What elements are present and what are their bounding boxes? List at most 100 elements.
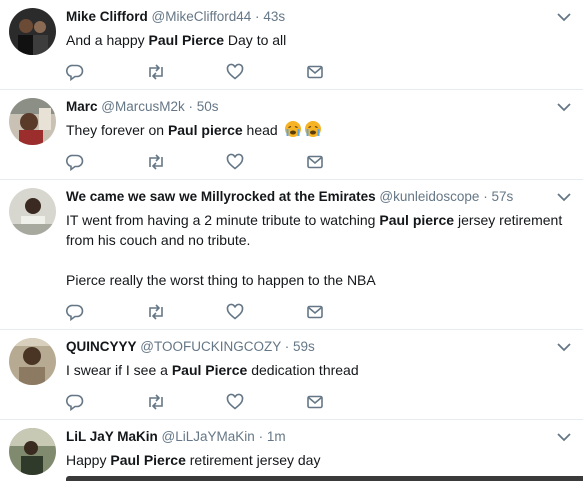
text-segment: head bbox=[242, 122, 282, 138]
tweet-header: LiL JaY MaKin @LiLJaYMaKin · 1m bbox=[66, 428, 571, 446]
tweet-actions bbox=[66, 150, 571, 174]
retweet-button[interactable] bbox=[146, 393, 226, 411]
user-handle[interactable]: @MikeClifford44 bbox=[152, 9, 252, 24]
direct-message-button[interactable] bbox=[306, 393, 386, 411]
user-name[interactable]: Marc bbox=[66, 99, 98, 114]
direct-message-button[interactable] bbox=[306, 153, 386, 171]
user-name[interactable]: Mike Clifford bbox=[66, 9, 148, 24]
reply-icon bbox=[66, 154, 84, 171]
like-icon bbox=[226, 153, 244, 170]
direct-message-button[interactable] bbox=[306, 303, 386, 321]
chevron-down-icon[interactable] bbox=[557, 102, 571, 112]
retweet-button[interactable] bbox=[146, 63, 226, 81]
separator-dot: · bbox=[255, 9, 260, 24]
user-name[interactable]: QUINCYYY bbox=[66, 339, 137, 354]
like-button[interactable] bbox=[226, 63, 306, 81]
avatar[interactable] bbox=[9, 428, 56, 475]
tweet[interactable]: QUINCYYY @TOOFUCKINGCOZY · 59s I swear i… bbox=[0, 330, 583, 420]
timestamp[interactable]: 57s bbox=[491, 189, 513, 204]
direct-message-icon bbox=[307, 305, 323, 319]
user-handle[interactable]: @kunleidoscope bbox=[379, 189, 479, 204]
text-segment-highlight: Paul pierce bbox=[167, 122, 243, 138]
avatar[interactable] bbox=[9, 188, 56, 235]
tweet-header: We came we saw we Millyrocked at the Emi… bbox=[66, 188, 571, 206]
tweet[interactable]: We came we saw we Millyrocked at the Emi… bbox=[0, 180, 583, 330]
separator-dot: · bbox=[258, 429, 264, 444]
timeline-feed: Mike Clifford @MikeClifford44 · 43s And … bbox=[0, 0, 583, 481]
user-handle[interactable]: @LiLJaYMaKin bbox=[162, 429, 255, 444]
avatar[interactable] bbox=[9, 8, 56, 55]
user-name[interactable]: We came we saw we Millyrocked at the Emi… bbox=[66, 189, 376, 204]
text-segment-highlight: Paul pierce bbox=[379, 212, 455, 228]
text-segment: I swear if I see a bbox=[66, 362, 172, 378]
crying-face-emoji bbox=[284, 121, 301, 137]
chevron-down-icon[interactable] bbox=[557, 12, 571, 22]
like-button[interactable] bbox=[226, 153, 306, 171]
text-segment: retirement jersey day bbox=[185, 452, 321, 468]
separator-dot: · bbox=[284, 339, 290, 354]
reply-icon bbox=[66, 64, 84, 81]
timestamp[interactable]: 59s bbox=[293, 339, 315, 354]
tweet-header: Mike Clifford @MikeClifford44 · 43s bbox=[66, 8, 571, 26]
tweet-media-image[interactable] bbox=[66, 476, 583, 481]
retweet-icon bbox=[149, 304, 163, 320]
retweet-icon bbox=[149, 154, 163, 170]
tweet-text: Happy Paul Pierce retirement jersey day bbox=[66, 450, 571, 470]
user-name[interactable]: LiL JaY MaKin bbox=[66, 429, 158, 444]
tweet-text: I swear if I see a Paul Pierce dedicatio… bbox=[66, 360, 571, 380]
timestamp[interactable]: 1m bbox=[267, 429, 286, 444]
chevron-down-icon[interactable] bbox=[557, 342, 571, 352]
avatar[interactable] bbox=[9, 338, 56, 385]
text-segment-highlight: Paul Pierce bbox=[110, 452, 186, 468]
retweet-icon bbox=[149, 394, 163, 410]
tweet[interactable]: Marc @MarcusM2k · 50s They forever on Pa… bbox=[0, 90, 583, 180]
tweet[interactable]: Mike Clifford @MikeClifford44 · 43s And … bbox=[0, 0, 583, 90]
tweet-text: IT went from having a 2 minute tribute t… bbox=[66, 210, 571, 290]
tweet-header: Marc @MarcusM2k · 50s bbox=[66, 98, 571, 116]
text-segment: They forever on bbox=[66, 122, 168, 138]
tweet[interactable]: LiL JaY MaKin @LiLJaYMaKin · 1m Happy Pa… bbox=[0, 420, 583, 481]
reply-button[interactable] bbox=[66, 153, 146, 171]
like-icon bbox=[226, 63, 244, 80]
text-segment: IT went from having a 2 minute tribute t… bbox=[66, 212, 380, 228]
timestamp[interactable]: 43s bbox=[263, 9, 285, 24]
reply-button[interactable] bbox=[66, 63, 146, 81]
text-segment: Day to all bbox=[224, 32, 287, 48]
separator-dot: · bbox=[483, 189, 488, 204]
separator-dot: · bbox=[188, 99, 194, 114]
tweet-header: QUINCYYY @TOOFUCKINGCOZY · 59s bbox=[66, 338, 571, 356]
chevron-down-icon[interactable] bbox=[557, 192, 571, 202]
text-segment-highlight: Paul Pierce bbox=[171, 362, 248, 378]
user-handle[interactable]: @MarcusM2k bbox=[101, 99, 184, 114]
direct-message-button[interactable] bbox=[306, 63, 386, 81]
tweet-actions bbox=[66, 390, 571, 414]
retweet-button[interactable] bbox=[146, 153, 226, 171]
like-button[interactable] bbox=[226, 393, 306, 411]
tweet-text: They forever on Paul pierce head bbox=[66, 120, 571, 140]
like-icon bbox=[226, 393, 244, 410]
tweet-actions bbox=[66, 60, 571, 84]
tweet-text: And a happy Paul Pierce Day to all bbox=[66, 30, 571, 50]
direct-message-icon bbox=[307, 155, 323, 169]
text-segment: Happy bbox=[66, 452, 111, 468]
retweet-button[interactable] bbox=[146, 303, 226, 321]
chevron-down-icon[interactable] bbox=[557, 432, 571, 442]
crying-face-emoji bbox=[304, 121, 321, 137]
direct-message-icon bbox=[307, 395, 323, 409]
text-paragraph: Pierce really the worst thing to happen … bbox=[66, 272, 376, 288]
like-icon bbox=[226, 303, 244, 320]
direct-message-icon bbox=[307, 65, 323, 79]
user-handle[interactable]: @TOOFUCKINGCOZY bbox=[140, 339, 281, 354]
avatar[interactable] bbox=[9, 98, 56, 145]
retweet-icon bbox=[149, 64, 163, 80]
text-segment-highlight: Paul Pierce bbox=[148, 32, 225, 48]
reply-button[interactable] bbox=[66, 303, 146, 321]
timestamp[interactable]: 50s bbox=[197, 99, 219, 114]
reply-button[interactable] bbox=[66, 393, 146, 411]
reply-icon bbox=[66, 304, 84, 321]
text-segment: And a happy bbox=[66, 32, 149, 48]
like-button[interactable] bbox=[226, 303, 306, 321]
reply-icon bbox=[66, 394, 84, 411]
text-segment: dedication thread bbox=[247, 362, 359, 378]
